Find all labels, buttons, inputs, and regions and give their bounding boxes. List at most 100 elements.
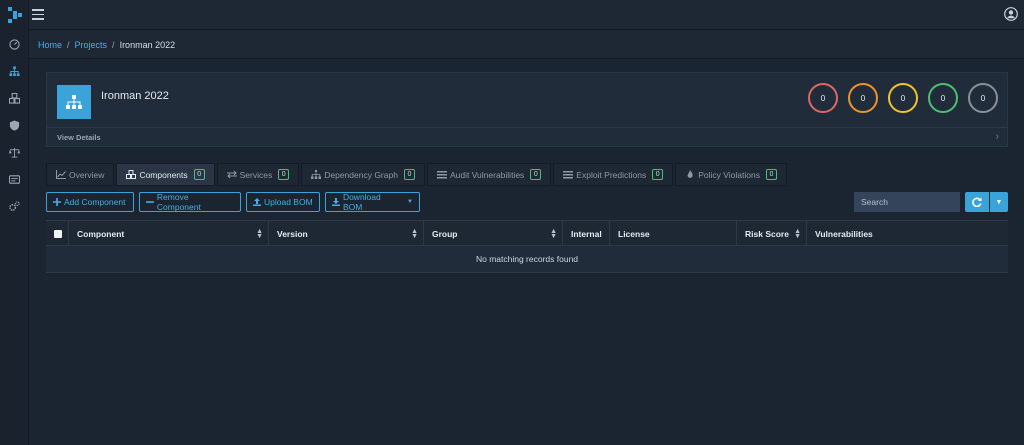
nav-vulnerabilities[interactable] bbox=[0, 117, 29, 133]
upload-icon bbox=[253, 198, 261, 206]
button-label: Upload BOM bbox=[264, 197, 313, 207]
download-bom-button[interactable]: Download BOM ▼ bbox=[325, 192, 420, 212]
chart-line-icon bbox=[56, 170, 66, 179]
tab-label: Exploit Predictions bbox=[576, 169, 647, 180]
minus-icon bbox=[146, 201, 154, 203]
add-component-button[interactable]: Add Component bbox=[46, 192, 134, 212]
project-name: Ironman 2022 bbox=[101, 90, 169, 102]
tab-count-badge: 0 bbox=[530, 169, 542, 180]
project-tabs: Overview Components 0 Services 0 Depende… bbox=[46, 163, 789, 186]
sort-icon: ▲ ▼ bbox=[411, 228, 418, 240]
project-icon bbox=[57, 85, 91, 119]
high-count-ring: 0 bbox=[848, 83, 878, 113]
button-label: Download BOM bbox=[342, 192, 381, 212]
column-header-component[interactable]: Component ▲ ▼ bbox=[69, 221, 269, 246]
remove-component-button[interactable]: Remove Component bbox=[139, 192, 241, 212]
tab-exploit-predictions[interactable]: Exploit Predictions 0 bbox=[553, 163, 674, 186]
tab-label: Audit Vulnerabilities bbox=[449, 169, 525, 180]
user-profile-icon[interactable] bbox=[1004, 7, 1018, 21]
breadcrumb-separator: / bbox=[112, 40, 115, 50]
sitemap-icon bbox=[9, 65, 20, 76]
tab-label: Overview bbox=[69, 169, 105, 180]
unassigned-count-ring: 0 bbox=[968, 83, 998, 113]
tab-services[interactable]: Services 0 bbox=[216, 163, 300, 186]
sitemap-icon bbox=[311, 170, 322, 179]
list-icon bbox=[563, 171, 574, 179]
nav-dashboard[interactable] bbox=[0, 36, 29, 52]
plus-icon bbox=[53, 198, 61, 206]
refresh-icon bbox=[972, 197, 982, 207]
column-label: Component bbox=[77, 228, 125, 239]
button-label: Add Component bbox=[64, 197, 126, 207]
refresh-options-button[interactable]: ▼ bbox=[990, 192, 1008, 212]
nav-components[interactable] bbox=[0, 90, 29, 106]
tab-label: Components bbox=[139, 169, 188, 180]
logo-icon[interactable] bbox=[8, 7, 22, 23]
nav-administration[interactable] bbox=[0, 198, 29, 214]
tab-label: Dependency Graph bbox=[324, 169, 398, 180]
shield-icon bbox=[9, 119, 20, 131]
view-details-link[interactable]: View Details bbox=[57, 133, 101, 142]
column-header-risk-score[interactable]: Risk Score ▲ ▼ bbox=[737, 221, 807, 246]
breadcrumb-separator: / bbox=[67, 40, 70, 50]
column-label: Version bbox=[277, 228, 308, 239]
nav-projects[interactable] bbox=[0, 63, 29, 79]
tab-dependency-graph[interactable]: Dependency Graph 0 bbox=[301, 163, 425, 186]
column-label: Risk Score bbox=[745, 228, 789, 239]
button-label: Remove Component bbox=[156, 192, 201, 212]
sort-icon: ▲ ▼ bbox=[550, 228, 557, 240]
breadcrumb-home[interactable]: Home bbox=[38, 40, 62, 50]
empty-table-message: No matching records found bbox=[46, 246, 1008, 273]
breadcrumb-projects[interactable]: Projects bbox=[75, 40, 108, 50]
nav-policy[interactable] bbox=[0, 171, 29, 187]
sidebar bbox=[0, 0, 29, 445]
table-header: Component ▲ ▼ Version ▲ ▼ Group ▲ ▼ Interna… bbox=[46, 220, 1008, 246]
sort-icon: ▲ ▼ bbox=[256, 228, 263, 240]
sort-icon: ▲ ▼ bbox=[794, 228, 801, 240]
download-icon bbox=[332, 198, 340, 206]
upload-bom-button[interactable]: Upload BOM bbox=[246, 192, 320, 212]
column-header-vulnerabilities[interactable]: Vulnerabilities bbox=[807, 221, 1008, 246]
column-label: Group bbox=[432, 228, 458, 239]
column-label: Vulnerabilities bbox=[815, 228, 873, 239]
column-header-license[interactable]: License bbox=[610, 221, 737, 246]
exchange-icon bbox=[226, 170, 237, 179]
fire-icon bbox=[687, 170, 693, 178]
select-all-header bbox=[46, 221, 69, 246]
column-header-version[interactable]: Version ▲ ▼ bbox=[269, 221, 424, 246]
tab-count-badge: 0 bbox=[193, 169, 205, 180]
tab-count-badge: 0 bbox=[278, 169, 290, 180]
tab-overview[interactable]: Overview bbox=[46, 163, 115, 186]
caret-down-icon: ▼ bbox=[995, 198, 1003, 206]
column-header-internal[interactable]: Internal bbox=[563, 221, 610, 246]
tab-components[interactable]: Components 0 bbox=[116, 163, 215, 186]
medium-count-ring: 0 bbox=[888, 83, 918, 113]
menu-toggle-icon[interactable] bbox=[32, 9, 44, 20]
sitemap-icon bbox=[66, 95, 82, 109]
tab-label: Services bbox=[239, 169, 273, 180]
dashboard-icon bbox=[9, 38, 20, 50]
breadcrumb-current: Ironman 2022 bbox=[119, 40, 176, 50]
nav-licenses[interactable] bbox=[0, 144, 29, 160]
tab-count-badge: 0 bbox=[765, 169, 777, 180]
tab-label: Policy Violations bbox=[698, 169, 760, 180]
critical-count-ring: 0 bbox=[808, 83, 838, 113]
column-label: License bbox=[618, 228, 650, 239]
column-label: Internal bbox=[571, 228, 602, 239]
list-icon bbox=[436, 171, 447, 179]
top-navbar bbox=[29, 0, 1024, 30]
card-divider bbox=[47, 127, 1007, 128]
search-input[interactable] bbox=[854, 192, 960, 212]
breadcrumb: Home / Projects / Ironman 2022 bbox=[29, 31, 1024, 59]
low-count-ring: 0 bbox=[928, 83, 958, 113]
tab-audit-vulnerabilities[interactable]: Audit Vulnerabilities 0 bbox=[426, 163, 552, 186]
column-header-group[interactable]: Group ▲ ▼ bbox=[424, 221, 563, 246]
id-card-icon bbox=[9, 174, 20, 184]
tab-count-badge: 0 bbox=[403, 169, 415, 180]
refresh-button[interactable] bbox=[965, 192, 989, 212]
chevron-right-icon[interactable]: › bbox=[996, 131, 999, 142]
tab-count-badge: 0 bbox=[652, 169, 664, 180]
select-all-checkbox[interactable] bbox=[54, 229, 62, 238]
severity-rings: 0 0 0 0 0 bbox=[808, 83, 998, 113]
tab-policy-violations[interactable]: Policy Violations 0 bbox=[675, 163, 787, 186]
